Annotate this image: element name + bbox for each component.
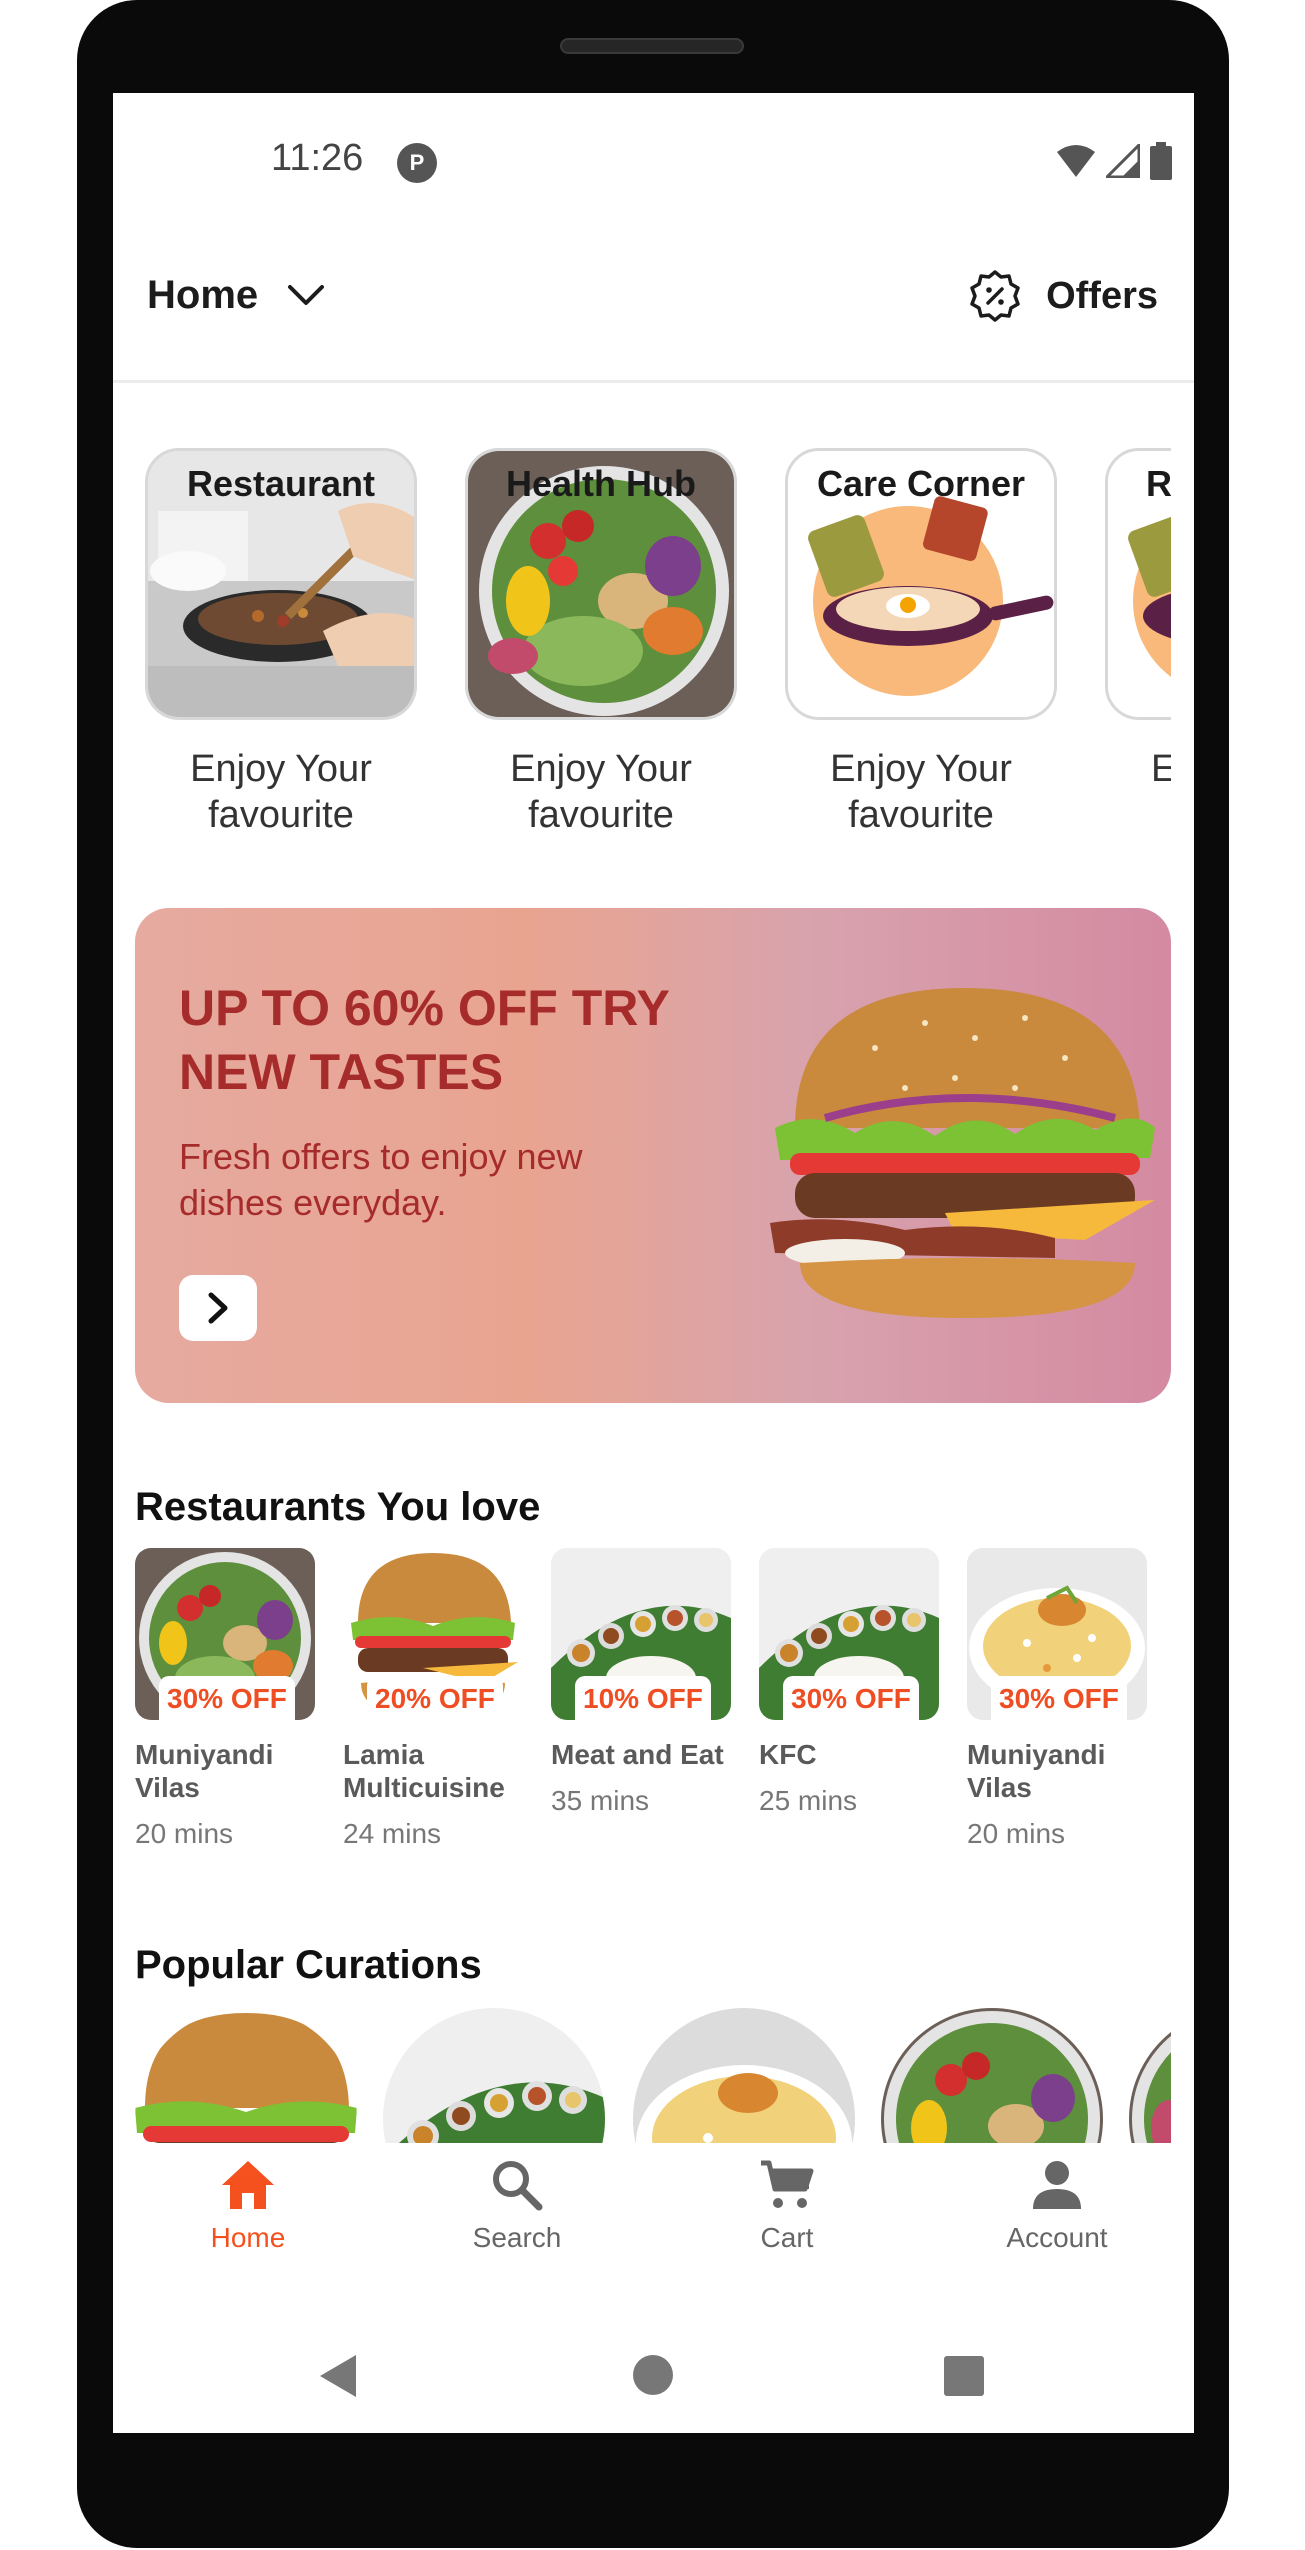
nav-label: Home xyxy=(210,2222,286,2253)
restaurant-name: Muniyandi Vilas xyxy=(135,1739,274,1803)
nav-label: Cart xyxy=(760,2222,814,2253)
offer-badge: 30% OFF xyxy=(991,1676,1127,1720)
location-label: Home xyxy=(147,273,259,317)
category-subtitle: Enjoy Your favourite xyxy=(830,748,1012,836)
banner-next-button[interactable] xyxy=(179,1275,257,1341)
offer-badge: 10% OFF xyxy=(575,1676,711,1720)
restaurant-image[interactable]: 20% OFF xyxy=(343,1548,523,1720)
restaurant-card[interactable]: 30% OFF Muniyandi Vilas 20 mins xyxy=(967,1548,1147,1850)
back-icon[interactable] xyxy=(318,2353,358,2399)
app-header: Home Offers xyxy=(113,233,1194,383)
status-icons xyxy=(1056,141,1172,181)
restaurant-name: KFC xyxy=(759,1739,817,1770)
offer-badge: 30% OFF xyxy=(783,1676,919,1720)
home-circle-icon[interactable] xyxy=(631,2353,675,2397)
category-title: Health Hub xyxy=(505,463,696,504)
restaurants-carousel[interactable]: 30% OFF Muniyandi Vilas 20 mins 20% OFF … xyxy=(135,1548,1171,1878)
curations-section-title: Popular Curations xyxy=(135,1943,482,1987)
offers-button[interactable]: Offers xyxy=(968,269,1158,323)
recents-icon[interactable] xyxy=(943,2355,985,2397)
status-bar: 11:26 P xyxy=(113,93,1194,233)
delivery-time: 25 mins xyxy=(759,1785,858,1816)
home-icon xyxy=(222,2161,274,2209)
category-card[interactable]: Restaurant xyxy=(145,448,417,720)
cellular-signal-icon xyxy=(1106,144,1140,178)
cart-icon xyxy=(761,2160,814,2208)
category-partial[interactable]: R E f xyxy=(1105,448,1171,792)
category-restaurant[interactable]: Restaurant Enjoy Your favourite xyxy=(145,448,417,838)
restaurant-image[interactable]: 30% OFF xyxy=(135,1548,315,1720)
restaurant-card[interactable]: 20% OFF Lamia Multicuisine 24 mins xyxy=(343,1548,523,1850)
app-screen: 11:26 P Home Offers Restaurant Enjoy You… xyxy=(113,93,1194,2433)
offer-badge: 20% OFF xyxy=(367,1676,503,1720)
battery-icon xyxy=(1150,142,1172,180)
category-subtitle: E f xyxy=(1151,748,1171,790)
category-card[interactable]: R xyxy=(1105,448,1171,720)
offers-label: Offers xyxy=(1046,274,1158,317)
chevron-right-icon xyxy=(208,1292,228,1324)
nav-cart[interactable]: Cart xyxy=(687,2159,887,2254)
delivery-time: 20 mins xyxy=(967,1818,1066,1849)
location-selector[interactable]: Home xyxy=(147,273,326,318)
restaurant-image[interactable]: 10% OFF xyxy=(551,1548,731,1720)
category-health-hub[interactable]: Health Hub Enjoy Your favourite xyxy=(465,448,737,838)
category-title: Care Corner xyxy=(816,463,1026,504)
offer-badge: 30% OFF xyxy=(159,1676,295,1720)
promo-banner[interactable]: UP TO 60% OFF TRY NEW TASTES Fresh offer… xyxy=(135,908,1171,1403)
system-navigation-bar xyxy=(113,2293,1194,2433)
notification-app-icon: P xyxy=(397,143,437,183)
category-card[interactable]: Care Corner xyxy=(785,448,1057,720)
category-subtitle: Enjoy Your favourite xyxy=(510,748,692,836)
category-carousel[interactable]: Restaurant Enjoy Your favourite Health H… xyxy=(113,448,1171,848)
status-time: 11:26 xyxy=(271,137,364,179)
category-subtitle: Enjoy Your favourite xyxy=(190,748,372,836)
account-icon xyxy=(1033,2161,1081,2209)
restaurant-card[interactable]: 30% OFF KFC 25 mins xyxy=(759,1548,939,1817)
delivery-time: 35 mins xyxy=(551,1785,650,1816)
wifi-icon xyxy=(1057,145,1095,177)
banner-subtitle: Fresh offers to enjoy new dishes everyda… xyxy=(179,1136,583,1223)
category-title: R xyxy=(1146,463,1171,504)
restaurant-name: Muniyandi Vilas xyxy=(967,1739,1106,1803)
category-title: Restaurant xyxy=(186,463,376,504)
nav-account[interactable]: Account xyxy=(957,2159,1157,2254)
restaurant-image[interactable]: 30% OFF xyxy=(967,1548,1147,1720)
delivery-time: 24 mins xyxy=(343,1818,442,1849)
restaurants-section-title: Restaurants You love xyxy=(135,1485,541,1529)
chevron-down-icon[interactable] xyxy=(286,283,326,309)
restaurant-card[interactable]: 30% OFF Muniyandi Vilas 20 mins xyxy=(135,1548,315,1850)
nav-label: Account xyxy=(1006,2222,1108,2253)
phone-speaker xyxy=(560,38,744,54)
delivery-time: 20 mins xyxy=(135,1818,234,1849)
restaurant-card[interactable]: 10% OFF Meat and Eat 35 mins xyxy=(551,1548,731,1817)
banner-title: UP TO 60% OFF TRY NEW TASTES xyxy=(179,980,669,1100)
burger-image xyxy=(770,988,1155,1318)
restaurant-image[interactable]: 30% OFF xyxy=(759,1548,939,1720)
nav-label: Search xyxy=(472,2222,562,2253)
bottom-navigation: Home Search Cart Account xyxy=(113,2143,1194,2293)
category-card[interactable]: Health Hub xyxy=(465,448,737,720)
nav-home[interactable]: Home xyxy=(148,2159,348,2254)
restaurant-name: Lamia Multicuisine xyxy=(343,1739,505,1803)
search-icon xyxy=(493,2161,543,2211)
nav-search[interactable]: Search xyxy=(417,2159,617,2254)
discount-badge-icon xyxy=(970,270,1020,322)
category-care-corner[interactable]: Care Corner Enjoy Your favourite xyxy=(785,448,1057,838)
restaurant-name: Meat and Eat xyxy=(551,1739,724,1770)
